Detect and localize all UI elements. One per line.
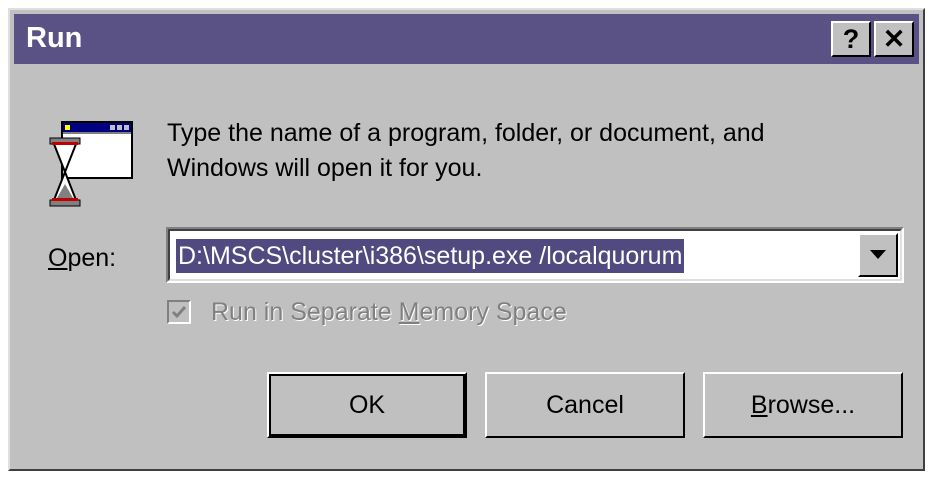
help-icon: ? — [842, 23, 860, 54]
browse-label-rest: rowse... — [767, 390, 856, 419]
title-bar[interactable]: Run ? ✕ — [14, 14, 919, 64]
run-program-icon — [49, 121, 133, 207]
cancel-button-label: Cancel — [546, 390, 624, 419]
ok-button[interactable]: OK — [267, 372, 467, 438]
browse-button-label: Browse... — [751, 391, 855, 420]
instructions-line-1: Type the name of a program, folder, or d… — [167, 119, 765, 147]
open-label-accelerator: O — [48, 244, 68, 272]
combobox-frame: D:\MSCS\cluster\i386\setup.exe /localquo… — [168, 229, 902, 281]
open-label: Open: — [48, 244, 116, 273]
separate-memory-checkbox[interactable] — [167, 300, 191, 324]
cancel-button[interactable]: Cancel — [485, 372, 685, 438]
help-button[interactable]: ? — [831, 21, 871, 57]
separate-memory-label-part2: emory Space — [419, 297, 567, 326]
chevron-down-icon — [870, 250, 886, 259]
browse-button[interactable]: Browse... — [703, 372, 903, 438]
instructions-line-2: Windows will open it for you. — [167, 154, 483, 182]
window-title: Run — [26, 22, 83, 54]
browse-accelerator: B — [750, 390, 768, 419]
run-dialog: Run ? ✕ Type the name of a program, fold… — [8, 8, 925, 471]
separate-memory-label: Run in Separate Memory Space — [211, 298, 567, 327]
close-icon: ✕ — [882, 23, 906, 54]
separate-memory-label-part1: Run in Separate — [211, 297, 399, 326]
dropdown-button[interactable] — [858, 233, 898, 277]
open-input[interactable]: D:\MSCS\cluster\i386\setup.exe /localquo… — [176, 239, 685, 273]
close-button[interactable]: ✕ — [874, 21, 914, 57]
separate-memory-option[interactable]: Run in Separate Memory Space — [167, 295, 567, 329]
ok-button-label: OK — [348, 390, 386, 419]
instructions-text: Type the name of a program, folder, or d… — [167, 116, 887, 186]
open-combobox[interactable]: D:\MSCS\cluster\i386\setup.exe /localquo… — [166, 227, 904, 283]
checkmark-icon — [171, 306, 187, 319]
separate-memory-label-accelerator: M — [398, 297, 420, 326]
open-label-rest: pen: — [67, 244, 117, 272]
